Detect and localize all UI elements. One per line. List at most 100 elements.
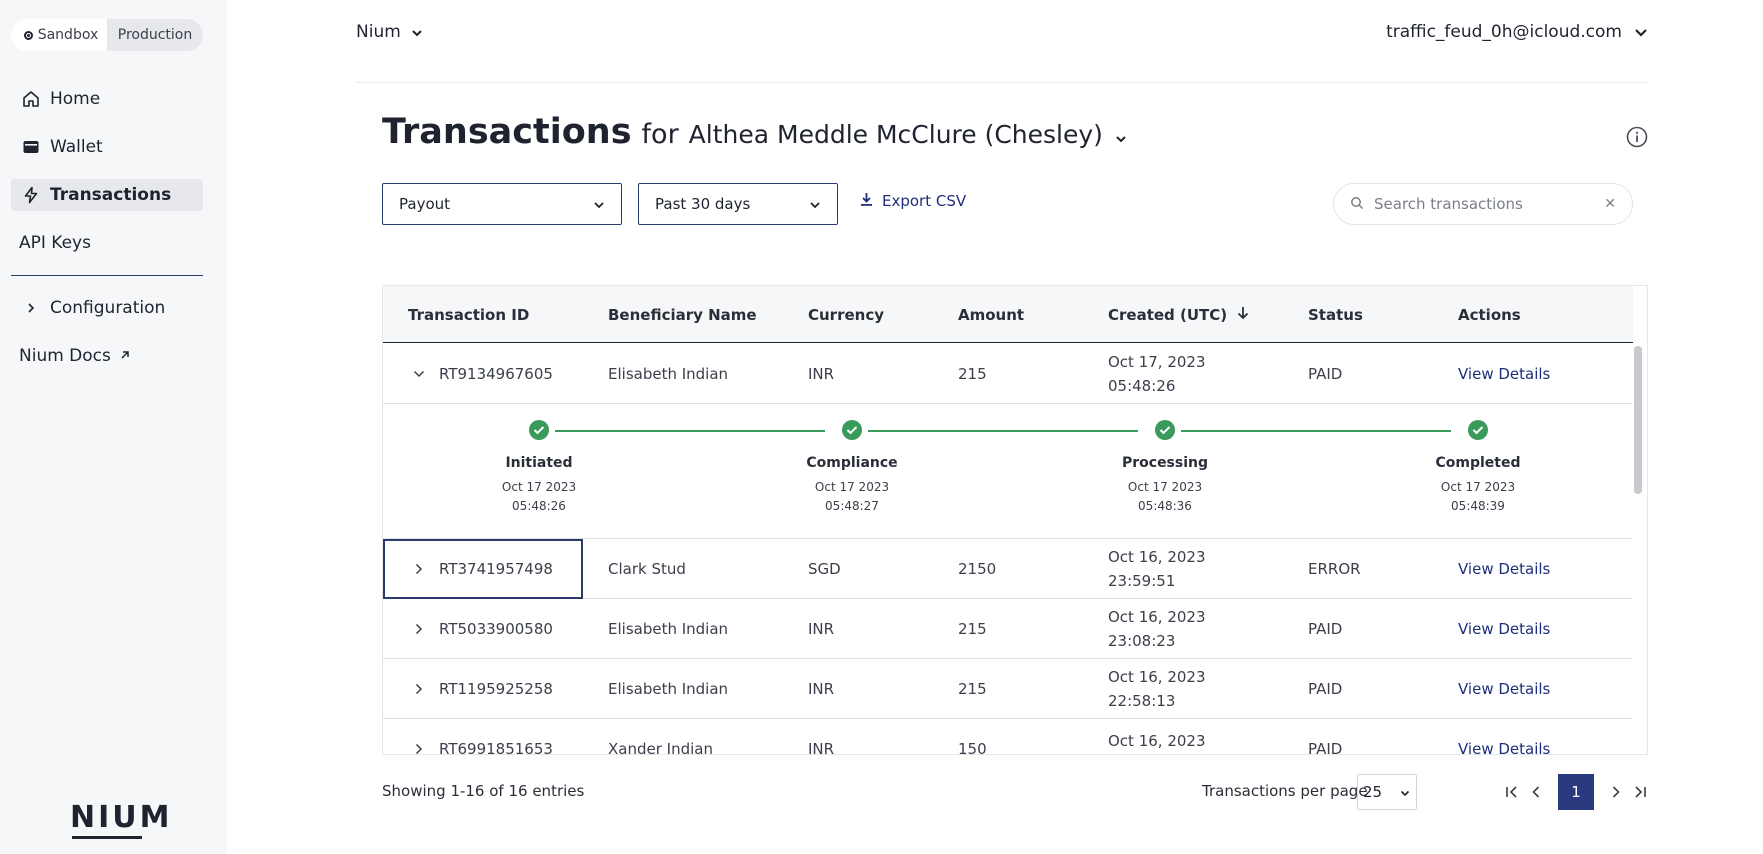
table-row[interactable]: RT9134967605 Elisabeth Indian INR 215 Oc… <box>383 344 1633 404</box>
beneficiary-name: Xander Indian <box>608 740 713 755</box>
user-menu[interactable]: traffic_feud_0h@icloud.com <box>1386 22 1648 42</box>
view-details-link[interactable]: View Details <box>1458 599 1550 659</box>
sidebar-item-label: Home <box>50 89 101 109</box>
amount: 215 <box>958 365 987 383</box>
environment-toggle: Sandbox Production <box>11 19 203 51</box>
sidebar-item-transactions[interactable]: Transactions <box>11 179 203 211</box>
created-date-day: Oct 16, 2023 <box>1108 668 1206 686</box>
sidebar-item-label: Nium Docs <box>19 346 111 366</box>
view-details-link[interactable]: View Details <box>1458 719 1550 754</box>
search-input[interactable] <box>1374 195 1605 213</box>
sidebar-item-label: API Keys <box>19 233 91 253</box>
status-badge: ERROR <box>1308 560 1361 578</box>
org-selector[interactable]: Nium <box>356 22 423 42</box>
lightning-icon <box>21 185 41 205</box>
created-date: Oct 17, 2023 05:48:26 <box>1108 344 1206 404</box>
page-button-current[interactable]: 1 <box>1558 774 1594 810</box>
col-header-amount: Amount <box>958 305 1025 324</box>
chevron-down-icon <box>1634 22 1648 42</box>
download-icon <box>860 192 873 210</box>
timeline-time: 05:48:26 <box>512 499 566 513</box>
export-csv-label: Export CSV <box>882 192 967 210</box>
home-icon <box>21 89 41 109</box>
expand-row-button[interactable] <box>407 557 431 581</box>
next-page-icon[interactable] <box>1604 774 1628 810</box>
timeline-time: 05:48:39 <box>1451 499 1505 513</box>
table-row[interactable]: RT1195925258 Elisabeth Indian INR 215 Oc… <box>383 659 1633 719</box>
per-page-select[interactable]: 25 <box>1357 774 1417 810</box>
check-icon <box>1155 420 1175 440</box>
created-header-label: Created (UTC) <box>1108 305 1228 324</box>
created-date: Oct 16, 2023 <box>1108 719 1206 754</box>
page-title-row: Transactions for Althea Meddle McClure (… <box>382 112 1127 152</box>
created-date-day: Oct 16, 2023 <box>1108 732 1206 750</box>
view-details-link[interactable]: View Details <box>1458 539 1550 599</box>
external-link-icon <box>119 346 131 366</box>
view-details-link[interactable]: View Details <box>1458 344 1550 404</box>
table-row[interactable]: RT3741957498 Clark Stud SGD 2150 Oct 16,… <box>383 539 1633 599</box>
created-date-time: 22:58:13 <box>1108 692 1176 710</box>
sort-arrow-down-icon <box>1237 306 1249 324</box>
title-for: for <box>641 119 679 150</box>
created-date: Oct 16, 2023 23:08:23 <box>1108 599 1206 659</box>
table-header: Transaction ID Beneficiary Name Currency… <box>383 286 1633 343</box>
customer-selector[interactable]: Althea Meddle McClure (Chesley) <box>689 120 1127 149</box>
sidebar-item-api-keys[interactable]: API Keys <box>11 227 203 259</box>
col-header-created[interactable]: Created (UTC) <box>1108 286 1249 343</box>
check-icon <box>842 420 862 440</box>
col-header-currency: Currency <box>808 305 885 324</box>
check-icon <box>529 420 549 440</box>
table-row[interactable]: RT6991851653 Xander Indian INR 150 Oct 1… <box>383 719 1633 755</box>
info-icon[interactable] <box>1626 126 1648 148</box>
chevron-down-icon <box>1115 120 1127 149</box>
env-sandbox-label: Sandbox <box>37 27 99 43</box>
last-page-icon[interactable] <box>1628 774 1652 810</box>
expand-row-button[interactable] <box>407 677 431 701</box>
transaction-type-select[interactable]: Payout <box>382 183 622 225</box>
view-details-link[interactable]: View Details <box>1458 659 1550 719</box>
clear-search-icon[interactable]: ✕ <box>1604 196 1616 212</box>
sidebar-item-docs[interactable]: Nium Docs <box>11 340 203 372</box>
table-scrollbar[interactable] <box>1634 346 1642 494</box>
sidebar-item-home[interactable]: Home <box>11 83 203 115</box>
pagination: 1 <box>1500 774 1652 810</box>
env-sandbox-option[interactable]: Sandbox <box>11 19 107 51</box>
env-production-option[interactable]: Production <box>107 19 203 51</box>
expand-row-button[interactable] <box>407 737 431 754</box>
collapse-row-button[interactable] <box>407 362 431 386</box>
created-date-time: 23:08:23 <box>1108 632 1176 650</box>
transaction-id: RT9134967605 <box>439 365 553 383</box>
status-badge: PAID <box>1308 680 1343 698</box>
amount: 2150 <box>958 560 997 578</box>
amount: 150 <box>958 740 987 755</box>
transaction-id: RT5033900580 <box>439 620 553 638</box>
date-range-select[interactable]: Past 30 days <box>638 183 838 225</box>
user-email: traffic_feud_0h@icloud.com <box>1386 22 1622 42</box>
search-box: ✕ <box>1333 183 1633 225</box>
amount: 215 <box>958 620 987 638</box>
sidebar-item-configuration[interactable]: Configuration <box>11 292 203 324</box>
status-badge: PAID <box>1308 620 1343 638</box>
timeline-date: Oct 17 2023 <box>1127 480 1203 494</box>
timeline-step-date: Oct 17 2023 05:48:36 <box>1065 478 1265 516</box>
check-icon <box>1468 420 1488 440</box>
per-page-value: 25 <box>1363 783 1383 801</box>
timeline-time: 05:48:36 <box>1138 499 1192 513</box>
sidebar-item-wallet[interactable]: Wallet <box>11 131 203 163</box>
expand-row-button[interactable] <box>407 617 431 641</box>
export-csv-button[interactable]: Export CSV <box>860 192 966 210</box>
col-header-actions: Actions <box>1458 305 1521 324</box>
created-date-time: 05:48:26 <box>1108 377 1176 395</box>
nium-logo: NIUM <box>70 800 173 839</box>
timeline-step-date: Oct 17 2023 05:48:27 <box>752 478 952 516</box>
prev-page-icon[interactable] <box>1524 774 1548 810</box>
table-row[interactable]: RT5033900580 Elisabeth Indian INR 215 Oc… <box>383 599 1633 659</box>
timeline-date: Oct 17 2023 <box>501 480 577 494</box>
chevron-down-icon <box>593 195 605 213</box>
timeline-step-date: Oct 17 2023 05:48:26 <box>439 478 639 516</box>
currency: INR <box>808 365 835 383</box>
timeline-step-label: Processing <box>1121 455 1209 471</box>
env-production-label: Production <box>117 27 193 43</box>
currency: INR <box>808 740 835 755</box>
first-page-icon[interactable] <box>1500 774 1524 810</box>
